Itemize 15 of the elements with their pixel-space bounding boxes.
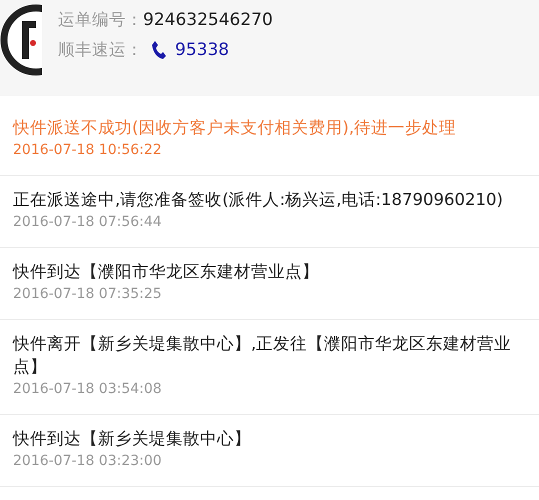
event-description: 正在派送途中,请您准备签收(派件人:杨兴运,电话:18790960210) — [13, 189, 504, 211]
event-time: 2016-07-18 03:23:00 — [13, 452, 163, 471]
phone-icon[interactable] — [151, 40, 167, 60]
field-label: 运单编号： — [58, 9, 143, 32]
waybill-number: 924632546270 — [143, 9, 273, 32]
event-time: 2016-07-18 07:56:44 — [13, 213, 163, 232]
event-description: 快件离开【新乡关堤集散中心】,正发往【濮阳市华龙区东建材营业点】 — [13, 333, 512, 378]
event-time: 2016-07-18 07:35:25 — [13, 285, 163, 304]
event-description: 快件到达【濮阳市华龙区东建材营业点】 — [13, 261, 320, 283]
event-description: 快件派送不成功(因收方客户未支付相关费用),待进一步处理 — [13, 117, 458, 139]
field-label: 顺丰速运： — [58, 38, 143, 61]
event-time: 2016-07-18 03:54:08 — [13, 380, 163, 399]
event-time: 2016-07-18 10:56:22 — [13, 141, 163, 160]
phone-link[interactable]: 95338 — [175, 38, 230, 63]
event-description: 快件到达【新乡关堤集散中心】 — [13, 428, 252, 450]
